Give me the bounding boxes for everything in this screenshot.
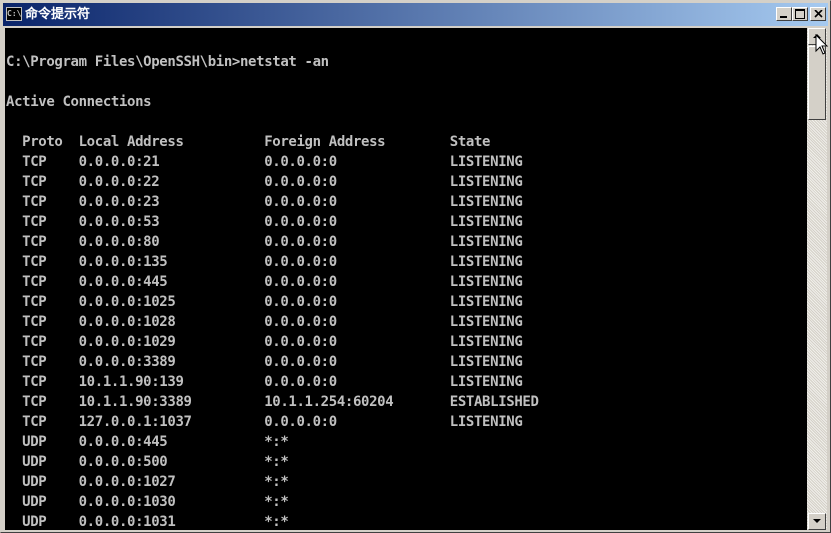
console-line: UDP 0.0.0.0:445 *:* xyxy=(6,434,289,450)
close-icon xyxy=(814,10,823,18)
console-line: TCP 0.0.0.0:3389 0.0.0.0:0 LISTENING xyxy=(6,354,523,370)
scroll-down-arrow-icon xyxy=(813,519,821,523)
console-line: TCP 0.0.0.0:23 0.0.0.0:0 LISTENING xyxy=(6,194,523,210)
console-line: TCP 0.0.0.0:53 0.0.0.0:0 LISTENING xyxy=(6,214,523,230)
console-line: TCP 0.0.0.0:445 0.0.0.0:0 LISTENING xyxy=(6,274,523,290)
console-line: TCP 127.0.0.1:1037 0.0.0.0:0 LISTENING xyxy=(6,414,523,430)
console-line: TCP 0.0.0.0:22 0.0.0.0:0 LISTENING xyxy=(6,174,523,190)
title-bar[interactable]: C:\ 命令提示符 xyxy=(3,3,828,26)
vertical-scrollbar[interactable] xyxy=(807,28,827,530)
console-output-area[interactable]: C:\Program Files\OpenSSH\bin>netstat -an… xyxy=(5,28,807,530)
console-text: C:\Program Files\OpenSSH\bin>netstat -an… xyxy=(6,32,539,530)
console-line: TCP 10.1.1.90:3389 10.1.1.254:60204 ESTA… xyxy=(6,394,539,410)
minimize-button[interactable] xyxy=(776,7,792,21)
scrollbar-thumb[interactable] xyxy=(808,46,826,120)
window-title: 命令提示符 xyxy=(25,7,91,22)
mouse-pointer-icon xyxy=(815,34,829,55)
console-line: UDP 0.0.0.0:1027 *:* xyxy=(6,474,289,490)
console-line: TCP 10.1.1.90:139 0.0.0.0:0 LISTENING xyxy=(6,374,523,390)
console-line: TCP 0.0.0.0:1028 0.0.0.0:0 LISTENING xyxy=(6,314,523,330)
scroll-down-button[interactable] xyxy=(808,513,826,530)
maximize-button[interactable] xyxy=(792,7,808,21)
console-line: C:\Program Files\OpenSSH\bin>netstat -an xyxy=(6,54,329,70)
command-prompt-window: C:\ 命令提示符 C:\Program Files\OpenSSH\bin>n… xyxy=(0,0,831,533)
console-line: Active Connections xyxy=(6,94,152,110)
console-line: UDP 0.0.0.0:500 *:* xyxy=(6,454,289,470)
console-line: UDP 0.0.0.0:1030 *:* xyxy=(6,494,289,510)
console-line: UDP 0.0.0.0:1031 *:* xyxy=(6,514,289,530)
console-line: Proto Local Address Foreign Address Stat… xyxy=(6,134,491,150)
close-button[interactable] xyxy=(810,7,826,21)
console-line: TCP 0.0.0.0:80 0.0.0.0:0 LISTENING xyxy=(6,234,523,250)
console-line: TCP 0.0.0.0:21 0.0.0.0:0 LISTENING xyxy=(6,154,523,170)
console-app-icon[interactable]: C:\ xyxy=(6,7,22,21)
console-line: TCP 0.0.0.0:1025 0.0.0.0:0 LISTENING xyxy=(6,294,523,310)
console-line: TCP 0.0.0.0:1029 0.0.0.0:0 LISTENING xyxy=(6,334,523,350)
console-line: TCP 0.0.0.0:135 0.0.0.0:0 LISTENING xyxy=(6,254,523,270)
